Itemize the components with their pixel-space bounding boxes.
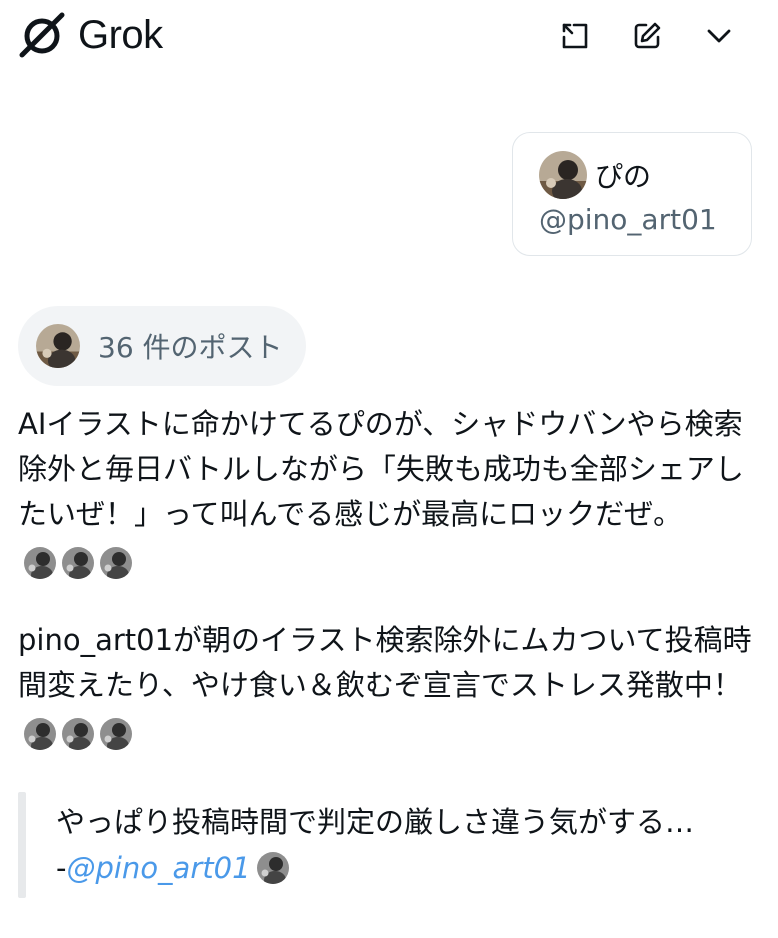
quote-text: やっぱり投稿時間で判定の厳しさ違う気がする… xyxy=(56,805,695,839)
attribution-link[interactable]: @pino_art01 xyxy=(66,846,250,890)
avatar xyxy=(256,852,289,884)
expand-icon xyxy=(559,20,591,52)
edit-icon xyxy=(631,20,663,52)
avatar xyxy=(62,546,94,579)
quote-attribution: - @pino_art01 xyxy=(56,846,289,890)
avatar xyxy=(100,546,132,579)
collapse-button[interactable] xyxy=(699,16,739,56)
avatar xyxy=(100,717,132,750)
profile-card[interactable]: ぴの @pino_art01 xyxy=(512,132,752,256)
new-chat-button[interactable] xyxy=(627,16,667,56)
avatar xyxy=(62,717,94,750)
expand-button[interactable] xyxy=(555,16,595,56)
avatar xyxy=(24,546,56,579)
profile-handle: @pino_art01 xyxy=(539,203,717,236)
posts-count-label: 36 件のポスト xyxy=(98,331,283,364)
attribution-prefix: - xyxy=(56,851,67,885)
summary-text-1: AIイラストに命かけてるぴのが、シャドウバンやら検索除外と毎日バトルしながら「失… xyxy=(18,407,744,531)
brand: Grok xyxy=(16,8,163,62)
avatar xyxy=(36,324,80,368)
summary-text-2: pino_art01が朝のイラスト検索除外にムカついて投稿時間変えたり、やけ食い… xyxy=(18,623,752,702)
quote-bar xyxy=(18,792,26,898)
header: Grok xyxy=(0,0,778,72)
summary-paragraph-1: AIイラストに命かけてるぴのが、シャドウバンやら検索除外と毎日バトルしながら「失… xyxy=(18,402,758,584)
avatar xyxy=(539,151,587,199)
chevron-down-icon xyxy=(703,20,735,52)
grok-panel: Grok ぴの @pino_art01 36 件のポスト AIイラストに命かけて… xyxy=(0,0,778,938)
avatar-group xyxy=(24,710,138,755)
app-title: Grok xyxy=(78,12,163,57)
avatar xyxy=(24,717,56,750)
profile-display-name: ぴの xyxy=(595,160,652,193)
avatar-group xyxy=(24,539,138,584)
summary-paragraph-2: pino_art01が朝のイラスト検索除外にムカついて投稿時間変えたり、やけ食い… xyxy=(18,618,758,755)
grok-logo-icon xyxy=(16,9,68,61)
posts-count-chip[interactable]: 36 件のポスト xyxy=(18,306,306,386)
